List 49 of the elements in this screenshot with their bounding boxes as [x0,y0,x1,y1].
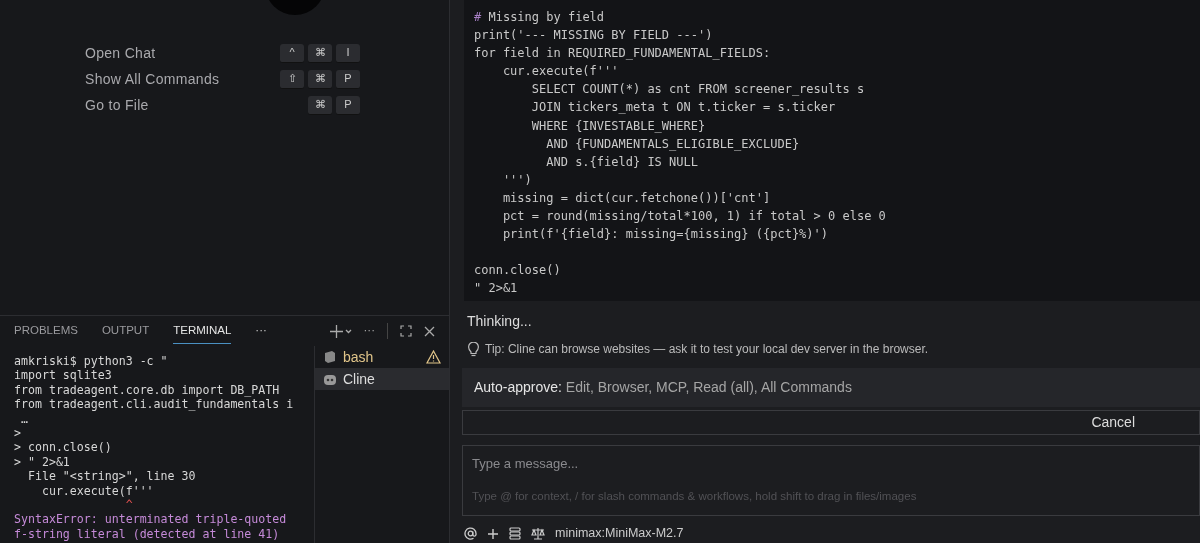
key-cap: ⌘ [308,43,332,63]
terminal-line: File "<string>", line 30 [26,469,197,484]
more-tabs-button[interactable]: ··· [255,322,267,340]
more-actions-button[interactable]: ··· [363,322,375,340]
terminal-icon [323,350,337,364]
key-cap: ^ [280,43,304,63]
model-selector[interactable]: minimax:MiniMax-M2.7 [555,524,684,543]
terminal-line: from tradeagent.cli.audit_fundamentals i [14,397,295,412]
lightbulb-icon [468,341,479,357]
panel-tab[interactable]: OUTPUT [101,317,150,345]
terminal-line: > [14,426,22,441]
key-cap: P [336,95,360,115]
message-input[interactable]: Type a message... [472,453,1190,474]
panel-tab[interactable]: PROBLEMS [14,317,78,345]
code-block: # Missing by field print('--- MISSING BY FIELD ---') for field in REQUIRED_FUNDAMENTAL_FIELDS: cur.execute(f''' SELECT COUNT(*) as cnt FROM screener_results s JOIN tickers_meta t ON t.ticker = s.ticker WHERE {INVESTABLE_WHERE} AND {FUNDAMENTALS_ELIGIBLE_EXCLUDE} AND s.{field} IS NULL ''') missing = dict(cur.fetchone())['cnt'] pct = round(missing/total*100, 1) if total > 0 else 0 print(f'{field}: missing={missing} ({pct}%)') conn.close() " 2>&1 [464,0,1200,302]
terminal-line: f-string literal (detected at line 41) [14,526,281,542]
key-cap: P [336,69,360,89]
terminal-line: SyntaxError: unterminated triple-quoted [14,512,288,527]
robot-icon [323,372,337,386]
terminal-line: … [19,411,29,427]
maximize-icon[interactable] [400,325,412,337]
terminal-line: > conn.close() [14,440,113,455]
terminal-line: from tradeagent.core.db import DB_PATH [14,382,281,398]
tip-text: Tip: Cline can browse websites — ask it to test your local dev server in the browser. [485,341,929,359]
key-cap: I [336,43,360,63]
panel-tab[interactable]: TERMINAL [173,317,232,345]
add-terminal-icon[interactable] [329,324,352,338]
status-text: Thinking... [467,312,533,332]
terminal-line: cur.execute(f''' [40,483,155,499]
warning-icon [426,350,441,364]
shortcut-label[interactable]: Open Chat [85,42,276,64]
terminal-session[interactable]: Cline [315,368,449,390]
key-cap: ⇧ [280,69,304,89]
plus-icon[interactable] [487,527,499,540]
auto-approve-bar[interactable]: Auto-approve: Edit, Browser, MCP, Read (all), All Commands [462,368,1200,408]
server-icon[interactable] [509,527,521,541]
key-cap: ⌘ [308,95,332,115]
shortcut-label[interactable]: Go to File [85,94,304,116]
terminal-line: import sqlite3 [14,368,113,383]
terminal-line: > " 2>&1 [14,454,71,470]
close-icon[interactable] [424,325,435,337]
terminal-session[interactable]: bash [315,346,449,368]
shortcut-label[interactable]: Show All Commands [85,68,276,90]
key-cap: ⌘ [308,69,332,89]
scales-icon[interactable] [531,527,545,541]
terminal-line: ^ [124,498,134,513]
terminal-line: amkriski$ python3 -c " [14,354,169,369]
at-sign-icon[interactable] [464,527,477,541]
cancel-button[interactable]: Cancel [462,410,1200,435]
